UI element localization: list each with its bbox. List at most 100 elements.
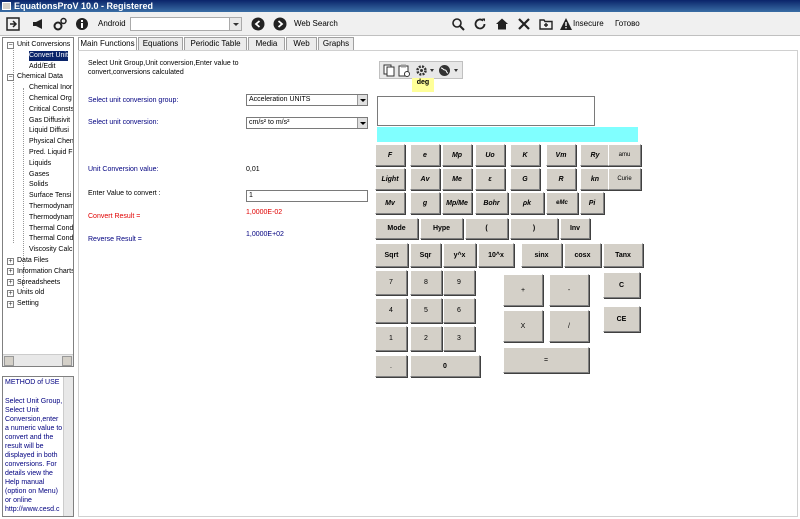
constant-button[interactable]: eMc (546, 192, 578, 214)
function-button[interactable]: 10^x (478, 243, 514, 267)
tree-item[interactable]: Liquids (29, 159, 51, 169)
function-button[interactable]: Tanx (603, 243, 643, 267)
constant-button[interactable]: amu (608, 144, 641, 166)
constant-button[interactable]: Mp (442, 144, 472, 166)
tree-item[interactable]: Gases (29, 170, 49, 180)
function-button[interactable]: cosx (564, 243, 601, 267)
tree-item[interactable]: Thermodynam (29, 202, 73, 212)
tree-item[interactable]: Thermal Cond (29, 224, 73, 234)
tree-expander-icon[interactable]: + (7, 257, 14, 265)
calculator-settings-icon[interactable] (415, 64, 428, 79)
function-button[interactable]: Mode (375, 218, 418, 239)
tree-item[interactable]: Solids (29, 180, 48, 190)
globe-icon[interactable] (438, 64, 451, 79)
clear-button[interactable]: C (603, 272, 640, 298)
tree-item[interactable]: Data Files (17, 256, 49, 266)
tree-horizontal-scrollbar[interactable] (3, 354, 73, 366)
megaphone-icon[interactable] (30, 16, 46, 32)
exit-icon[interactable] (5, 16, 21, 32)
digit-button[interactable]: 2 (410, 326, 442, 351)
function-button[interactable]: Hype (420, 218, 463, 239)
constant-button[interactable]: Uo (475, 144, 505, 166)
tab-periodic-table[interactable]: Periodic Table (184, 37, 247, 50)
scroll-left-icon[interactable] (4, 356, 14, 366)
function-button[interactable]: Sqrt (375, 243, 408, 267)
constant-button[interactable]: Mv (375, 192, 405, 214)
digit-button[interactable]: 1 (375, 326, 407, 351)
constant-button[interactable]: F (375, 144, 405, 166)
tree-item[interactable]: Setting (17, 299, 39, 309)
paste-icon[interactable] (398, 64, 410, 79)
scroll-right-icon[interactable] (62, 356, 72, 366)
function-button[interactable]: y^x (443, 243, 476, 267)
constant-button[interactable]: G (510, 168, 540, 190)
tab-graphs[interactable]: Graphs (318, 37, 354, 50)
chevron-down-icon[interactable] (454, 69, 458, 72)
android-combo[interactable] (130, 17, 242, 31)
settings-gears-icon[interactable] (52, 16, 68, 32)
constant-button[interactable]: kn (580, 168, 610, 190)
digit-button[interactable]: 7 (375, 270, 407, 295)
value-input[interactable]: 1 (246, 190, 368, 202)
tree-item[interactable]: Liquid Diffusi (29, 126, 69, 136)
forward-icon[interactable] (272, 16, 288, 32)
tree-item[interactable]: Convert Unit (29, 50, 68, 61)
digit-button[interactable]: 0 (410, 355, 480, 377)
add-folder-icon[interactable] (538, 16, 554, 32)
digit-button[interactable]: 3 (443, 326, 475, 351)
tree-item[interactable]: Thermal Cond (29, 234, 73, 244)
chevron-down-icon[interactable] (357, 95, 367, 105)
function-button[interactable]: sinx (521, 243, 562, 267)
constant-button[interactable]: Curie (608, 168, 641, 190)
constant-button[interactable]: Pi (580, 192, 604, 214)
constant-button[interactable]: Av (410, 168, 440, 190)
tree-item[interactable]: Viscosity Calc (29, 245, 72, 255)
constant-button[interactable]: g (410, 192, 440, 214)
constant-button[interactable]: K (510, 144, 540, 166)
constant-button[interactable]: Light (375, 168, 405, 190)
home-icon[interactable] (494, 16, 510, 32)
digit-button[interactable]: 8 (410, 270, 442, 295)
plus-button[interactable]: + (503, 274, 543, 306)
function-button[interactable]: Inv (560, 218, 590, 239)
tree-item[interactable]: Thermodynam (29, 213, 73, 223)
tab-main-functions[interactable]: Main Functions (78, 37, 137, 51)
function-button[interactable]: ) (510, 218, 558, 239)
web-search-label[interactable]: Web Search (294, 18, 338, 30)
tree-item[interactable]: Unit Conversions (17, 40, 70, 50)
tab-equations[interactable]: Equations (138, 37, 183, 50)
chevron-down-icon[interactable] (430, 69, 434, 72)
function-button[interactable]: Sqr (410, 243, 441, 267)
tree-item[interactable]: Chemical Org (29, 94, 72, 104)
tree-item[interactable]: Surface Tensi (29, 191, 71, 201)
divide-button[interactable]: / (549, 310, 589, 342)
tree-item[interactable]: Spreadsheets (17, 278, 60, 288)
constant-button[interactable]: Ry (580, 144, 610, 166)
tab-web[interactable]: Web (286, 37, 317, 50)
refresh-icon[interactable] (472, 16, 488, 32)
constant-button[interactable]: e (410, 144, 440, 166)
search-icon[interactable] (450, 16, 466, 32)
clear-entry-button[interactable]: CE (603, 306, 640, 332)
close-icon[interactable] (516, 16, 532, 32)
tree-item[interactable]: Gas Diffusivit (29, 116, 70, 126)
method-vertical-scrollbar[interactable] (63, 377, 73, 516)
tree-item[interactable]: Information Charts (17, 267, 73, 277)
function-button[interactable]: ( (465, 218, 508, 239)
equals-button[interactable]: = (503, 347, 589, 373)
constant-button[interactable]: ε (475, 168, 505, 190)
tree-expander-icon[interactable]: − (7, 73, 14, 81)
tree-item[interactable]: Critical Consts (29, 105, 73, 115)
multiply-button[interactable]: X (503, 310, 543, 342)
navigation-tree[interactable]: − Unit Conversions Convert Unit Add/Edit − Ch… (2, 37, 74, 367)
constant-button[interactable]: ρk (510, 192, 544, 214)
tree-item[interactable]: Chemical Data (17, 72, 63, 82)
info-icon[interactable] (74, 16, 90, 32)
tree-expander-icon[interactable]: + (7, 279, 14, 287)
tree-expander-icon[interactable]: + (7, 300, 14, 308)
tree-item[interactable]: Physical Chen (29, 137, 73, 147)
tree-expander-icon[interactable]: + (7, 289, 14, 297)
decimal-button[interactable]: . (375, 355, 407, 377)
digit-button[interactable]: 9 (443, 270, 475, 295)
back-icon[interactable] (250, 16, 266, 32)
